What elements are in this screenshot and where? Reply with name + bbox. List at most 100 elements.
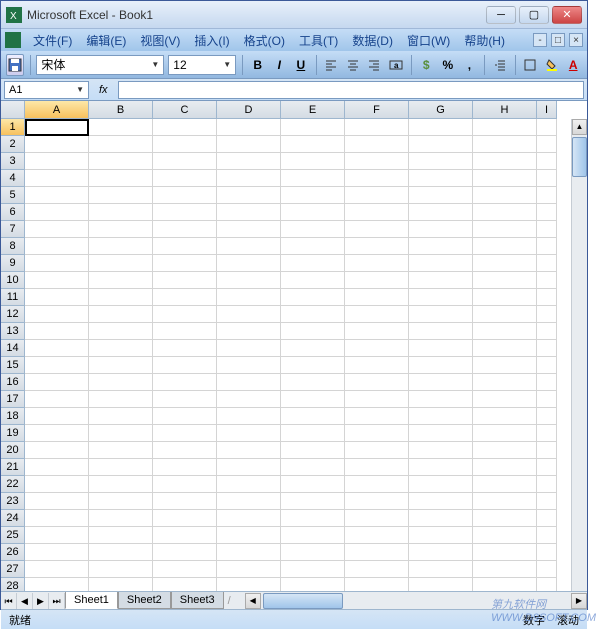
cell-D16[interactable] [217,374,281,391]
cell-C5[interactable] [153,187,217,204]
cell-E10[interactable] [281,272,345,289]
cell-F16[interactable] [345,374,409,391]
row-header-10[interactable]: 10 [1,272,25,289]
cell-G16[interactable] [409,374,473,391]
row-header-15[interactable]: 15 [1,357,25,374]
cell-I4[interactable] [537,170,557,187]
row-header-17[interactable]: 17 [1,391,25,408]
cell-D14[interactable] [217,340,281,357]
cell-I12[interactable] [537,306,557,323]
cell-B26[interactable] [89,544,153,561]
cell-I18[interactable] [537,408,557,425]
menu-window[interactable]: 窗口(W) [401,30,456,51]
cell-E18[interactable] [281,408,345,425]
first-sheet-button[interactable]: ⏮ [1,593,17,609]
cell-H15[interactable] [473,357,537,374]
cell-G23[interactable] [409,493,473,510]
cell-E4[interactable] [281,170,345,187]
cell-C18[interactable] [153,408,217,425]
cell-I11[interactable] [537,289,557,306]
row-header-3[interactable]: 3 [1,153,25,170]
cell-D28[interactable] [217,578,281,591]
cell-D2[interactable] [217,136,281,153]
cell-I20[interactable] [537,442,557,459]
cell-E16[interactable] [281,374,345,391]
cell-F14[interactable] [345,340,409,357]
cell-I22[interactable] [537,476,557,493]
cell-G27[interactable] [409,561,473,578]
cell-B15[interactable] [89,357,153,374]
row-header-28[interactable]: 28 [1,578,25,591]
scroll-left-button[interactable]: ◀ [245,593,261,609]
cell-E27[interactable] [281,561,345,578]
cell-G8[interactable] [409,238,473,255]
cell-F23[interactable] [345,493,409,510]
scroll-right-button[interactable]: ▶ [571,593,587,609]
cell-H5[interactable] [473,187,537,204]
cell-H16[interactable] [473,374,537,391]
cell-C7[interactable] [153,221,217,238]
cell-D19[interactable] [217,425,281,442]
cell-H23[interactable] [473,493,537,510]
row-header-19[interactable]: 19 [1,425,25,442]
cell-A21[interactable] [25,459,89,476]
cell-I14[interactable] [537,340,557,357]
cell-A24[interactable] [25,510,89,527]
cell-D4[interactable] [217,170,281,187]
cell-G12[interactable] [409,306,473,323]
cell-C11[interactable] [153,289,217,306]
cell-F25[interactable] [345,527,409,544]
cell-G18[interactable] [409,408,473,425]
cell-F9[interactable] [345,255,409,272]
cell-E7[interactable] [281,221,345,238]
cell-H3[interactable] [473,153,537,170]
cell-I19[interactable] [537,425,557,442]
cell-F20[interactable] [345,442,409,459]
cell-F26[interactable] [345,544,409,561]
cell-B21[interactable] [89,459,153,476]
cell-F4[interactable] [345,170,409,187]
cell-C1[interactable] [153,119,217,136]
cell-C28[interactable] [153,578,217,591]
cell-D5[interactable] [217,187,281,204]
row-header-1[interactable]: 1 [1,119,25,136]
cell-E6[interactable] [281,204,345,221]
doc-close-button[interactable]: × [569,33,583,47]
row-header-24[interactable]: 24 [1,510,25,527]
row-header-8[interactable]: 8 [1,238,25,255]
cell-B13[interactable] [89,323,153,340]
cell-D12[interactable] [217,306,281,323]
cell-B4[interactable] [89,170,153,187]
cell-D11[interactable] [217,289,281,306]
align-left-button[interactable] [322,54,340,76]
cell-G14[interactable] [409,340,473,357]
cell-G17[interactable] [409,391,473,408]
minimize-button[interactable]: ─ [486,6,516,24]
cell-A2[interactable] [25,136,89,153]
cell-B16[interactable] [89,374,153,391]
cell-D20[interactable] [217,442,281,459]
cell-D21[interactable] [217,459,281,476]
cell-D26[interactable] [217,544,281,561]
cell-B11[interactable] [89,289,153,306]
cell-G28[interactable] [409,578,473,591]
cell-D7[interactable] [217,221,281,238]
cell-C17[interactable] [153,391,217,408]
comma-style-button[interactable]: , [461,54,479,76]
indent-button[interactable] [491,54,509,76]
cell-E14[interactable] [281,340,345,357]
font-size-select[interactable]: 12 ▼ [168,55,236,75]
cell-G5[interactable] [409,187,473,204]
cell-E26[interactable] [281,544,345,561]
cell-G15[interactable] [409,357,473,374]
cell-G4[interactable] [409,170,473,187]
cell-F5[interactable] [345,187,409,204]
column-header-A[interactable]: A [25,101,89,119]
row-header-25[interactable]: 25 [1,527,25,544]
prev-sheet-button[interactable]: ◀ [17,593,33,609]
cell-E24[interactable] [281,510,345,527]
cell-A9[interactable] [25,255,89,272]
cell-A28[interactable] [25,578,89,591]
cell-F18[interactable] [345,408,409,425]
cell-E28[interactable] [281,578,345,591]
